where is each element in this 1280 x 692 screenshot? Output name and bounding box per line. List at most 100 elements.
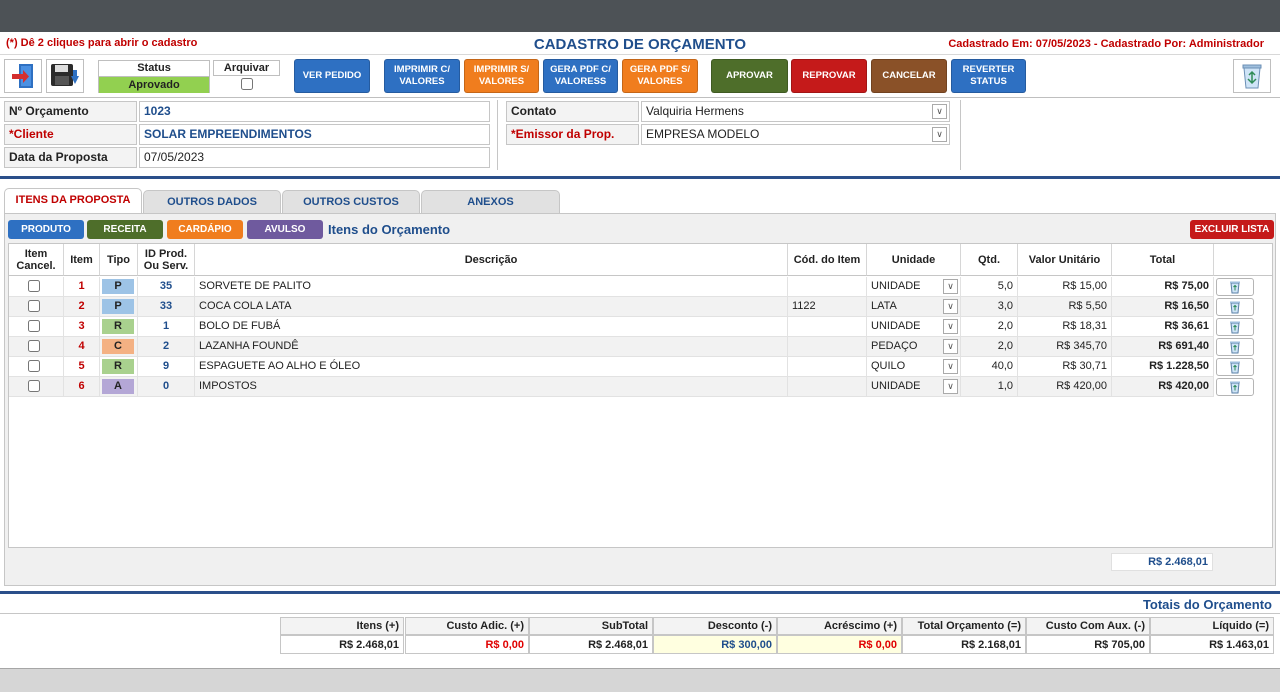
item-unit-select[interactable]: UNIDADE ∨ <box>867 377 961 397</box>
item-unit-price: R$ 18,31 <box>1018 317 1112 337</box>
item-unit-price: R$ 345,70 <box>1018 337 1112 357</box>
chevron-down-icon[interactable]: ∨ <box>943 279 958 294</box>
status-field: Status Aprovado <box>98 60 210 93</box>
chevron-down-icon[interactable]: ∨ <box>943 299 958 314</box>
item-cancel-checkbox[interactable] <box>28 380 40 392</box>
tab-other-costs[interactable]: OUTROS CUSTOS <box>282 190 420 213</box>
save-button[interactable] <box>46 59 84 93</box>
archive-field: Arquivar <box>213 60 280 93</box>
item-cancel-checkbox[interactable] <box>28 320 40 332</box>
item-type-badge: C <box>102 339 134 354</box>
item-unit-select[interactable]: UNIDADE ∨ <box>867 317 961 337</box>
item-unit-select[interactable]: UNIDADE ∨ <box>867 277 961 297</box>
item-number: 5 <box>64 357 100 377</box>
add-single-button[interactable]: AVULSO <box>247 220 323 239</box>
approve-button[interactable]: APROVAR <box>711 59 788 93</box>
table-row[interactable]: 4 C 2 LAZANHA FOUNDÊ PEDAÇO ∨ 2,0 R$ 345,70 R$ 6… <box>9 337 1254 357</box>
item-id: 33 <box>138 297 195 317</box>
delete-list-button[interactable]: EXCLUIR LISTA <box>1190 220 1274 239</box>
item-unit: UNIDADE <box>871 280 921 292</box>
item-cancel-checkbox[interactable] <box>28 300 40 312</box>
tab-other-data[interactable]: OUTROS DADOS <box>143 190 281 213</box>
divider <box>497 100 498 170</box>
chevron-down-icon[interactable]: ∨ <box>943 339 958 354</box>
delete-item-button[interactable] <box>1216 298 1254 316</box>
tab-proposal-items[interactable]: ITENS DA PROPOSTA <box>4 188 142 213</box>
add-menu-button[interactable]: CARDÁPIO <box>167 220 243 239</box>
item-code <box>788 357 867 377</box>
divider <box>0 613 1280 614</box>
table-row[interactable]: 6 A 0 IMPOSTOS UNIDADE ∨ 1,0 R$ 420,00 R$ 420,00 <box>9 377 1254 397</box>
delete-item-button[interactable] <box>1216 338 1254 356</box>
column-header-type: Tipo <box>100 244 138 276</box>
item-total: R$ 16,50 <box>1112 297 1214 317</box>
view-order-button[interactable]: VER PEDIDO <box>294 59 370 93</box>
delete-item-button[interactable] <box>1216 318 1254 336</box>
item-unit-select[interactable]: LATA ∨ <box>867 297 961 317</box>
item-description: SORVETE DE PALITO <box>195 277 788 297</box>
item-unit-price: R$ 30,71 <box>1018 357 1112 377</box>
column-header-item: Item <box>64 244 100 276</box>
item-cancel-checkbox[interactable] <box>28 280 40 292</box>
item-type-cell: P <box>100 277 138 297</box>
delete-item-button[interactable] <box>1216 358 1254 376</box>
item-id: 35 <box>138 277 195 297</box>
item-code <box>788 317 867 337</box>
delete-item-button[interactable] <box>1216 278 1254 296</box>
chevron-down-icon[interactable]: ∨ <box>943 379 958 394</box>
items-table: Item Cancel. Item Tipo ID Prod. Ou Serv.… <box>8 243 1273 548</box>
chevron-down-icon[interactable]: ∨ <box>932 104 947 119</box>
pdf-with-values-button[interactable]: GERA PDF C/ VALORESS <box>543 59 618 93</box>
item-type-cell: C <box>100 337 138 357</box>
cancel-button[interactable]: CANCELAR <box>871 59 947 93</box>
exit-button[interactable] <box>4 59 42 93</box>
tab-attachments[interactable]: ANEXOS <box>421 190 560 213</box>
quote-form: (*) Dê 2 cliques para abrir o cadastro C… <box>0 32 1280 692</box>
item-id: 0 <box>138 377 195 397</box>
revert-status-button[interactable]: REVERTER STATUS <box>951 59 1026 93</box>
print-with-values-button[interactable]: IMPRIMIR C/ VALORES <box>384 59 460 93</box>
print-without-values-button[interactable]: IMPRIMIR S/ VALORES <box>464 59 539 93</box>
delete-item-button[interactable] <box>1216 378 1254 396</box>
totals-value-net: R$ 1.463,01 <box>1150 635 1274 654</box>
totals-value-surcharge: R$ 0,00 <box>777 635 902 654</box>
add-recipe-button[interactable]: RECEITA <box>87 220 163 239</box>
column-header-description: Descrição <box>195 244 788 276</box>
proposal-date-field[interactable]: 07/05/2023 <box>139 147 490 168</box>
totals-header-discount: Desconto (-) <box>653 617 777 635</box>
item-cancel-checkbox[interactable] <box>28 360 40 372</box>
totals-header-surcharge: Acréscimo (+) <box>777 617 902 635</box>
table-row[interactable]: 2 P 33 COCA COLA LATA 1122 LATA ∨ 3,0 R$ 5,50 R$ … <box>9 297 1254 317</box>
column-header-cancel: Item Cancel. <box>9 244 64 276</box>
issuer-select[interactable]: EMPRESA MODELO ∨ <box>641 124 950 145</box>
pdf-without-values-button[interactable]: GERA PDF S/ VALORES <box>622 59 698 93</box>
exit-door-icon <box>12 64 33 88</box>
item-unit: PEDAÇO <box>871 340 918 352</box>
table-row[interactable]: 1 P 35 SORVETE DE PALITO UNIDADE ∨ 5,0 R$ 15,00… <box>9 277 1254 297</box>
quote-number-field[interactable]: 1023 <box>139 101 490 122</box>
client-field[interactable]: SOLAR EMPREENDIMENTOS <box>139 124 490 145</box>
chevron-down-icon[interactable]: ∨ <box>943 319 958 334</box>
item-cancel-cell <box>9 357 64 377</box>
table-row[interactable]: 3 R 1 BOLO DE FUBÁ UNIDADE ∨ 2,0 R$ 18,31 R$ 36,… <box>9 317 1254 337</box>
chevron-down-icon[interactable]: ∨ <box>943 359 958 374</box>
archive-checkbox[interactable] <box>240 78 253 90</box>
reject-button[interactable]: REPROVAR <box>791 59 867 93</box>
chevron-down-icon[interactable]: ∨ <box>932 127 947 142</box>
recycle-bin-button[interactable] <box>1233 59 1271 93</box>
item-total: R$ 1.228,50 <box>1112 357 1214 377</box>
column-header-code: Cód. do Item <box>788 244 867 276</box>
items-grand-total: R$ 2.468,01 <box>1111 553 1213 571</box>
totals-header-aux-cost: Custo Com Aux. (-) <box>1026 617 1150 635</box>
item-cancel-checkbox[interactable] <box>28 340 40 352</box>
item-unit-select[interactable]: QUILO ∨ <box>867 357 961 377</box>
totals-value-aux-cost: R$ 705,00 <box>1026 635 1150 654</box>
table-row[interactable]: 5 R 9 ESPAGUETE AO ALHO E ÓLEO QUILO ∨ 40,0 R$ … <box>9 357 1254 377</box>
column-header-actions <box>1214 244 1272 276</box>
add-product-button[interactable]: PRODUTO <box>8 220 84 239</box>
item-cancel-cell <box>9 377 64 397</box>
archive-label: Arquivar <box>213 60 280 76</box>
item-unit-price: R$ 15,00 <box>1018 277 1112 297</box>
contact-select[interactable]: Valquiria Hermens ∨ <box>641 101 950 122</box>
item-unit-select[interactable]: PEDAÇO ∨ <box>867 337 961 357</box>
